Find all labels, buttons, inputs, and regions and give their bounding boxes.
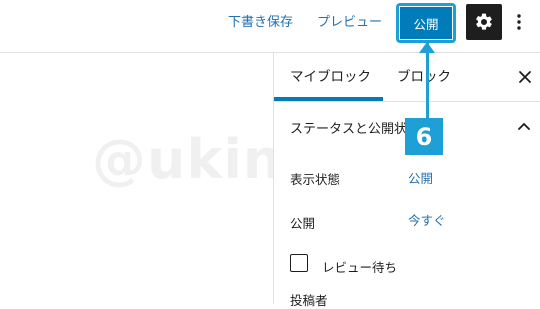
- visibility-value-link[interactable]: 公開: [408, 168, 433, 187]
- callout-arrow-icon: [419, 42, 435, 53]
- publish-label: 公開: [290, 216, 316, 231]
- pending-review-checkbox[interactable]: [290, 254, 308, 272]
- publish-button[interactable]: 公開: [396, 3, 456, 43]
- settings-sidebar: マイブロック ブロック ステータスと公開状態 表示状態 公開 公開 今すぐ レビ…: [273, 53, 540, 308]
- more-options-button[interactable]: [509, 8, 529, 36]
- save-draft-button[interactable]: 下書き保存: [228, 11, 293, 30]
- callout-number-badge: 6: [405, 118, 443, 155]
- tab-my-block[interactable]: マイブロック: [290, 53, 371, 101]
- close-icon: [519, 71, 531, 83]
- author-label: 投稿者: [290, 293, 328, 308]
- callout-pointer-line: [426, 42, 429, 120]
- gear-icon: [476, 13, 492, 30]
- visibility-label: 表示状態: [290, 172, 341, 187]
- close-sidebar-button[interactable]: [517, 69, 533, 85]
- editor-header: 下書き保存 プレビュー 公開: [0, 0, 540, 53]
- vertical-ellipsis-icon: [517, 14, 521, 30]
- settings-button[interactable]: [466, 4, 502, 40]
- panel-toggle-button[interactable]: [517, 119, 531, 133]
- tabs-divider: [274, 101, 540, 102]
- chevron-up-icon: [518, 122, 530, 130]
- preview-button[interactable]: プレビュー: [317, 11, 382, 30]
- pending-review-label: レビュー待ち: [322, 260, 398, 275]
- publish-date-link[interactable]: 今すぐ: [408, 210, 446, 229]
- panel-title-status-visibility: ステータスと公開状態: [290, 122, 421, 137]
- tab-block[interactable]: ブロック: [397, 53, 451, 101]
